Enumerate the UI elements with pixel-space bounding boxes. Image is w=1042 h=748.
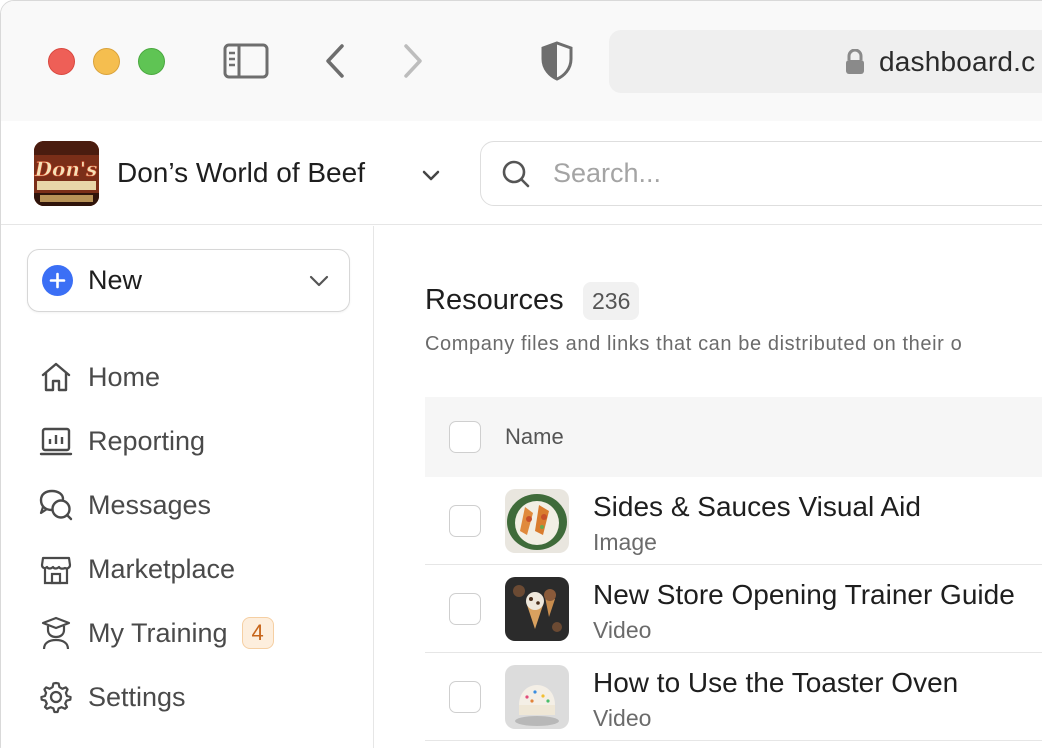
messages-icon [38, 487, 74, 523]
plus-icon [42, 265, 73, 296]
sidebar-item-reporting[interactable]: Reporting [38, 419, 205, 463]
home-icon [38, 359, 74, 395]
resource-thumbnail [505, 489, 569, 553]
new-button[interactable]: New [27, 249, 350, 312]
main-content: Resources 236 Company files and links th… [375, 226, 1042, 748]
sidebar-item-label: Marketplace [88, 553, 236, 584]
resource-title[interactable]: How to Use the Toaster Oven [593, 667, 958, 699]
sidebar-item-label: Reporting [88, 425, 206, 456]
search-placeholder: Search... [553, 158, 662, 188]
row-checkbox[interactable] [449, 505, 481, 537]
table-header: Name [425, 397, 1042, 477]
column-header-name[interactable]: Name [505, 424, 564, 450]
sidebar-item-marketplace[interactable]: Marketplace [38, 547, 235, 591]
chevron-down-icon[interactable] [419, 163, 443, 187]
shield-icon[interactable] [537, 39, 577, 83]
minimize-window-button[interactable] [93, 48, 120, 75]
back-arrow-icon[interactable] [317, 41, 353, 81]
page-title: Resources [425, 284, 564, 316]
resource-title[interactable]: Sides & Sauces Visual Aid [593, 491, 921, 523]
address-bar[interactable]: dashboard.c [609, 30, 1042, 93]
sidebar-item-home[interactable]: Home [38, 355, 160, 399]
resource-thumbnail [505, 665, 569, 729]
resource-count-badge: 236 [583, 282, 640, 320]
table-row[interactable]: New Store Opening Trainer Guide Video [425, 565, 1042, 653]
browser-window: dashboard.c Don's Don’s World of Beef Se… [0, 0, 1042, 748]
table-row[interactable]: How to Use the Toaster Oven Video [425, 653, 1042, 741]
row-checkbox[interactable] [449, 681, 481, 713]
chevron-down-icon[interactable] [307, 269, 331, 293]
gear-icon [38, 679, 74, 715]
sidebar-item-my-training[interactable]: My Training 4 [38, 611, 274, 655]
resource-title[interactable]: New Store Opening Trainer Guide [593, 579, 1015, 611]
sidebar-item-label: Messages [88, 489, 212, 520]
zoom-window-button[interactable] [138, 48, 165, 75]
reporting-icon [38, 423, 74, 459]
sidebar: New Home Reporting Messages Marketplace … [1, 226, 374, 748]
table-row[interactable]: Sides & Sauces Visual Aid Image [425, 477, 1042, 565]
row-checkbox[interactable] [449, 593, 481, 625]
search-icon [501, 159, 531, 189]
page-description: Company files and links that can be dist… [425, 333, 963, 355]
browser-toolbar: dashboard.c [1, 1, 1042, 121]
marketplace-icon [38, 551, 74, 587]
training-icon [38, 615, 74, 651]
logo-text: Don's [34, 157, 97, 181]
sidebar-item-label: My Training [88, 617, 228, 648]
sidebar-item-label: Settings [88, 681, 186, 712]
close-window-button[interactable] [48, 48, 75, 75]
resource-type: Video [593, 617, 652, 643]
sidebar-toggle-icon[interactable] [221, 41, 271, 81]
resource-thumbnail [505, 577, 569, 641]
resource-type: Image [593, 529, 657, 555]
app-header: Don's Don’s World of Beef Search... [1, 121, 1042, 225]
sidebar-item-label: Home [88, 361, 161, 392]
forward-arrow-icon[interactable] [395, 41, 431, 81]
sidebar-item-messages[interactable]: Messages [38, 483, 211, 527]
training-count-badge: 4 [241, 617, 274, 649]
url-text: dashboard.c [879, 45, 1036, 77]
new-button-label: New [88, 265, 143, 295]
sidebar-item-settings[interactable]: Settings [38, 675, 186, 719]
resource-type: Video [593, 705, 652, 731]
org-logo[interactable]: Don's [34, 141, 99, 206]
search-input[interactable]: Search... [480, 141, 1042, 206]
org-name[interactable]: Don’s World of Beef [117, 157, 365, 189]
lock-icon [845, 48, 865, 75]
select-all-checkbox[interactable] [449, 421, 481, 453]
